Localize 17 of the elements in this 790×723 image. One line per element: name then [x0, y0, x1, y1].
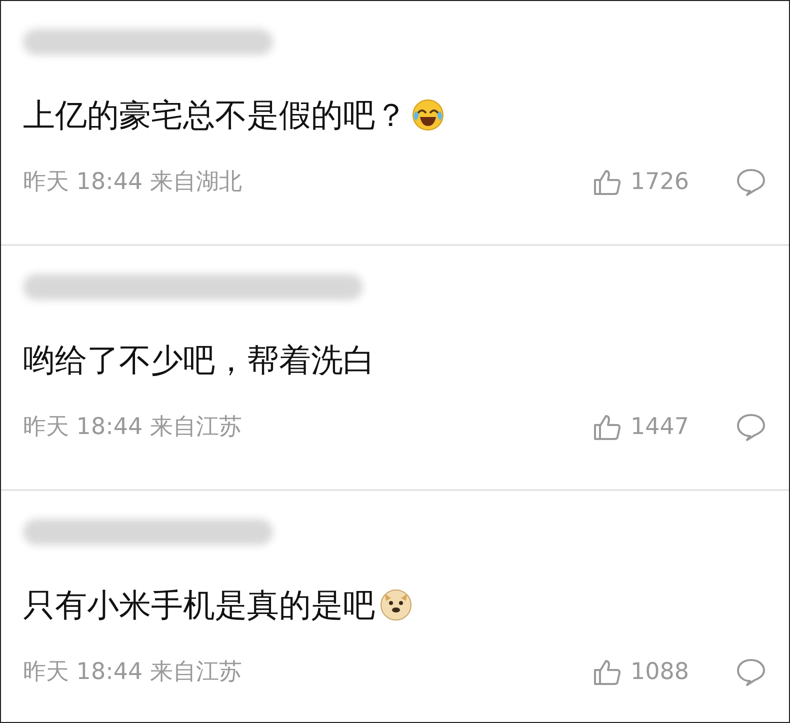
thumbs-up-icon[interactable]: [592, 167, 622, 198]
laughing-emoji-icon: [411, 98, 445, 132]
comment-text: 上亿的豪宅总不是假的吧？: [23, 95, 407, 136]
comment-meta: 昨天 18:44 来自湖北: [23, 168, 242, 197]
comment-icon[interactable]: [735, 657, 767, 688]
comment-icon[interactable]: [735, 412, 767, 442]
dog-emoji-icon: [379, 588, 413, 622]
like-count: 1726: [630, 168, 689, 197]
like-count: 1447: [630, 413, 689, 442]
comment-meta: 昨天 18:44 来自江苏: [23, 413, 242, 442]
comment-text: 哟给了不少吧，帮着洗白: [23, 340, 375, 381]
comment-meta: 昨天 18:44 来自江苏: [23, 658, 242, 687]
thumbs-up-icon[interactable]: [592, 412, 622, 442]
comment-icon[interactable]: [735, 167, 767, 198]
like-count: 1088: [630, 658, 689, 687]
thumbs-up-icon[interactable]: [592, 657, 622, 688]
comment-text: 只有小米手机是真的是吧: [23, 585, 375, 626]
